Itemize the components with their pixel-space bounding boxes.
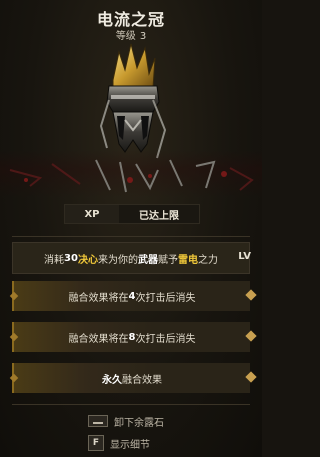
effect-text-4: 之力 [197, 254, 218, 266]
effect-text-3: 赋予 [157, 254, 178, 266]
divider [12, 236, 250, 237]
row-end-diamond-icon [245, 289, 257, 301]
effect-row-text-2: 次打击后消失 [135, 333, 196, 345]
effect-row-number: 4 [128, 290, 136, 302]
resource-name: 决心 [77, 254, 98, 266]
remove-gem-label: 卸下余露石 [114, 417, 164, 429]
effect-row-highlight: 永久 [102, 374, 122, 386]
row-end-diamond-icon [245, 330, 257, 342]
key-f-icon: F [88, 435, 104, 451]
remove-gem-action[interactable]: 卸下余露石 [88, 413, 164, 429]
effect-row-text-1: 融合效果将在 [68, 333, 129, 345]
row-diamond-icon [9, 332, 19, 342]
crown-item-image [95, 40, 171, 160]
effect-row-text-2: 次打击后消失 [135, 292, 196, 304]
effect-text-1: 消耗 [44, 254, 65, 266]
effect-row-text-1: 融合效果将在 [68, 292, 129, 304]
divider [12, 404, 250, 405]
effect-row: 融合效果将在 8 次打击后消失 [9, 322, 257, 352]
xp-label: XP [84, 208, 100, 220]
effect-row: 融合效果将在 4 次打击后消失 [9, 281, 257, 311]
effect-primary: 消耗 30 决心 来为你的 武器 赋予 雷电 之力 LV [12, 242, 251, 274]
resource-cost: 30 [64, 252, 78, 264]
show-details-label: 显示细节 [110, 439, 150, 451]
weapon-blade-decoration [0, 150, 262, 198]
lv-tag: LV [238, 251, 251, 262]
show-details-action[interactable]: F 显示细节 [88, 435, 150, 451]
effect-row-number: 8 [128, 331, 136, 343]
weapon-keyword: 武器 [137, 254, 158, 266]
row-end-diamond-icon [245, 371, 257, 383]
row-diamond-icon [9, 373, 19, 383]
xp-status: 已达上限 [119, 205, 199, 223]
effect-row: 永久 融合效果 [9, 363, 257, 393]
element-keyword: 雷电 [177, 254, 198, 266]
keyboard-key-icon [88, 415, 108, 427]
row-diamond-icon [9, 291, 19, 301]
xp-bar: XP 已达上限 [64, 204, 200, 224]
effect-text-2: 来为你的 [97, 254, 138, 266]
effect-row-text-2: 融合效果 [122, 374, 162, 386]
item-tooltip-panel: 电流之冠 等级 3 XP 已达上限 消耗 30 决心 来为你的 武器 赋予 雷电… [0, 0, 262, 457]
